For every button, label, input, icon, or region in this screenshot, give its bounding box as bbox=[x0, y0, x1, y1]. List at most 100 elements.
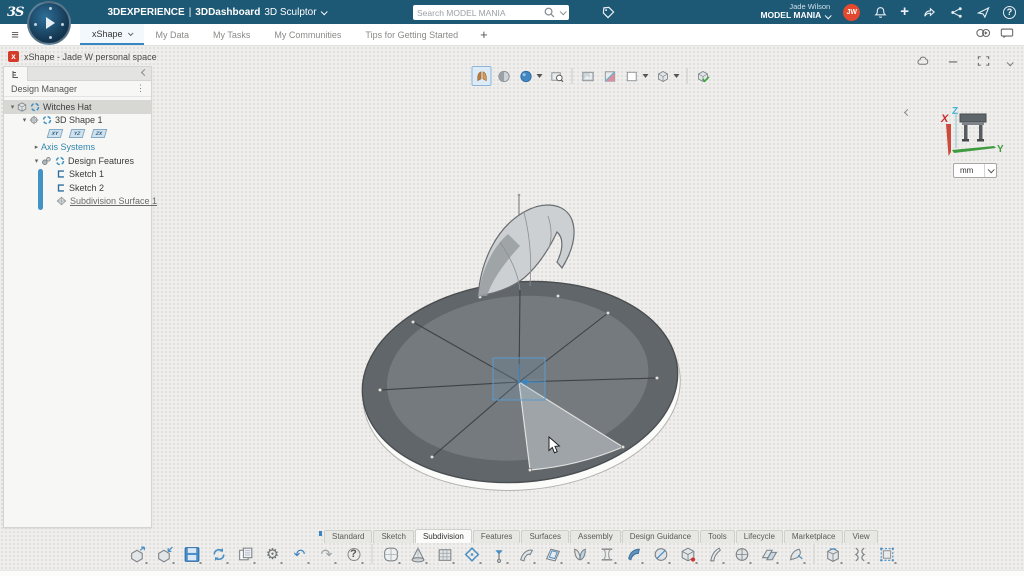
tenant-chevron-icon[interactable] bbox=[825, 12, 832, 19]
zoom-capture-icon[interactable] bbox=[547, 66, 567, 86]
tree-label-design-features[interactable]: Design Features bbox=[68, 156, 134, 166]
add-tab-button[interactable]: + bbox=[470, 24, 498, 45]
cage-edit-icon[interactable] bbox=[876, 543, 898, 565]
app-name-label[interactable]: 3D Sculptor bbox=[264, 7, 316, 18]
right-collapse-chevron-icon[interactable] bbox=[904, 109, 911, 116]
open-model-icon[interactable] bbox=[154, 543, 176, 565]
tree-label-subdivision-surface[interactable]: Subdivision Surface 1 bbox=[70, 196, 157, 206]
redo-icon[interactable]: ↷ bbox=[316, 543, 338, 565]
shell-box-icon[interactable] bbox=[822, 543, 844, 565]
panel-menu-dots-icon[interactable]: ⋮ bbox=[136, 83, 151, 94]
tab-chevron-icon[interactable] bbox=[127, 30, 133, 36]
tab-xshape[interactable]: xShape bbox=[80, 24, 144, 45]
panel-more-chevron-icon[interactable] bbox=[1007, 59, 1014, 66]
expand-caret-icon[interactable]: ▾ bbox=[8, 103, 17, 111]
tree-node-subdivision-surface[interactable]: Subdivision Surface 1 bbox=[4, 195, 151, 209]
subdivision-primitive-grid-icon[interactable] bbox=[434, 543, 456, 565]
3dplay-icon[interactable] bbox=[976, 5, 990, 19]
workbench-tab-assembly[interactable]: Assembly bbox=[570, 530, 621, 543]
save-icon[interactable] bbox=[181, 543, 203, 565]
tree-node-shape[interactable]: ▾ 3D Shape 1 bbox=[4, 114, 151, 128]
workbench-tab-standard[interactable]: Standard bbox=[324, 530, 372, 543]
delete-element-icon[interactable] bbox=[677, 543, 699, 565]
plane-yz-icon[interactable]: YZ bbox=[69, 129, 86, 138]
split-sphere-icon[interactable] bbox=[650, 543, 672, 565]
help-icon[interactable]: ? bbox=[1003, 6, 1016, 19]
offset-planes-icon[interactable] bbox=[758, 543, 780, 565]
face-frame-icon[interactable] bbox=[542, 543, 564, 565]
workbench-tab-surfaces[interactable]: Surfaces bbox=[521, 530, 569, 543]
search-icon[interactable] bbox=[542, 6, 556, 20]
view-orientation-dropdown-caret-icon[interactable] bbox=[674, 74, 680, 78]
cloud-icon[interactable] bbox=[917, 54, 930, 72]
3dcompass[interactable] bbox=[27, 1, 71, 45]
tab-my-data[interactable]: My Data bbox=[144, 24, 202, 45]
3d-viewport[interactable]: x xShape - Jade W personal space Design … bbox=[0, 46, 1024, 576]
workbench-tab-sketch[interactable]: Sketch bbox=[373, 530, 413, 543]
plane-zx-icon[interactable]: ZX bbox=[91, 129, 108, 138]
comments-icon[interactable] bbox=[1000, 26, 1014, 44]
units-dropdown[interactable]: mm bbox=[953, 163, 997, 178]
settings-icon[interactable]: ⚙ bbox=[262, 543, 284, 565]
workbench-tab-lifecycle[interactable]: Lifecycle bbox=[736, 530, 783, 543]
fullscreen-icon[interactable] bbox=[977, 54, 990, 72]
workbench-tab-features[interactable]: Features bbox=[473, 530, 521, 543]
selection-filter-icon[interactable] bbox=[622, 66, 642, 86]
tag-icon[interactable] bbox=[601, 5, 615, 19]
bend-surface-icon[interactable] bbox=[515, 543, 537, 565]
expand-caret-icon[interactable]: ▾ bbox=[20, 116, 29, 124]
share-forward-icon[interactable] bbox=[922, 5, 936, 19]
tree-node-sketch2[interactable]: Sketch 2 bbox=[4, 181, 151, 195]
search-options-chevron-icon[interactable] bbox=[560, 8, 567, 15]
workbench-tab-tools[interactable]: Tools bbox=[700, 530, 735, 543]
pivot-pin-icon[interactable] bbox=[488, 543, 510, 565]
section-view-icon[interactable] bbox=[600, 66, 620, 86]
thicken-surface-icon[interactable] bbox=[623, 543, 645, 565]
media-play-icon[interactable] bbox=[976, 26, 990, 44]
copy-paste-icon[interactable] bbox=[235, 543, 257, 565]
tree-view-tab[interactable] bbox=[4, 67, 28, 81]
global-search[interactable] bbox=[413, 5, 569, 20]
update-check-icon[interactable] bbox=[693, 66, 713, 86]
split-circle-icon[interactable] bbox=[731, 543, 753, 565]
flip-surface-icon[interactable] bbox=[569, 543, 591, 565]
plane-xy-icon[interactable]: XY bbox=[47, 129, 64, 138]
tree-node-axis-systems[interactable]: ▸ Axis Systems bbox=[4, 141, 151, 155]
workbench-tab-view[interactable]: View bbox=[844, 530, 877, 543]
add-content-icon[interactable]: + bbox=[900, 5, 909, 19]
workbench-tab-subdivision[interactable]: Subdivision bbox=[415, 529, 472, 543]
minimize-icon[interactable] bbox=[947, 54, 960, 72]
workbench-tab-design-guidance[interactable]: Design Guidance bbox=[622, 530, 699, 543]
tree-label-axis-systems[interactable]: Axis Systems bbox=[41, 142, 95, 152]
workbench-tab-marketplace[interactable]: Marketplace bbox=[784, 530, 844, 543]
app-switch-chevron-icon[interactable] bbox=[320, 8, 327, 15]
search-input[interactable] bbox=[417, 8, 538, 18]
tree-node-root[interactable]: ▾ Witches Hat bbox=[4, 100, 151, 114]
bridge-faces-icon[interactable] bbox=[596, 543, 618, 565]
shaded-view-icon[interactable] bbox=[494, 66, 514, 86]
help-icon[interactable]: ? bbox=[343, 543, 365, 565]
undo-icon[interactable]: ↶ bbox=[289, 543, 311, 565]
tree-label-sketch2[interactable]: Sketch 2 bbox=[69, 183, 104, 193]
render-style-dropdown-caret-icon[interactable] bbox=[537, 74, 543, 78]
tree-node-sketch1[interactable]: Sketch 1 bbox=[4, 168, 151, 182]
subdivision-primitive-box-icon[interactable] bbox=[380, 543, 402, 565]
tree-label-root[interactable]: Witches Hat bbox=[43, 102, 92, 112]
pinch-surface-icon[interactable] bbox=[849, 543, 871, 565]
subdivision-primitive-cone-icon[interactable] bbox=[407, 543, 429, 565]
collapsed-caret-icon[interactable]: ▸ bbox=[32, 143, 41, 151]
user-menu[interactable]: Jade Wilson MODEL MANIA bbox=[760, 3, 830, 21]
selection-filter-dropdown-caret-icon[interactable] bbox=[643, 74, 649, 78]
view-orientation-icon[interactable] bbox=[653, 66, 673, 86]
hamburger-menu-icon[interactable]: ≡ bbox=[0, 24, 30, 45]
tab-tips-for-getting-started[interactable]: Tips for Getting Started bbox=[353, 24, 470, 45]
export-model-icon[interactable] bbox=[127, 543, 149, 565]
tab-my-tasks[interactable]: My Tasks bbox=[201, 24, 262, 45]
orientation-triad[interactable]: Z X Y bbox=[928, 102, 1004, 160]
notifications-bell-icon[interactable] bbox=[873, 5, 887, 19]
navigate-compare-icon[interactable] bbox=[472, 66, 492, 86]
avatar[interactable]: JW bbox=[843, 4, 860, 21]
sweep-surface-icon[interactable] bbox=[785, 543, 807, 565]
snapshot-icon[interactable] bbox=[578, 66, 598, 86]
render-style-icon[interactable] bbox=[516, 66, 536, 86]
